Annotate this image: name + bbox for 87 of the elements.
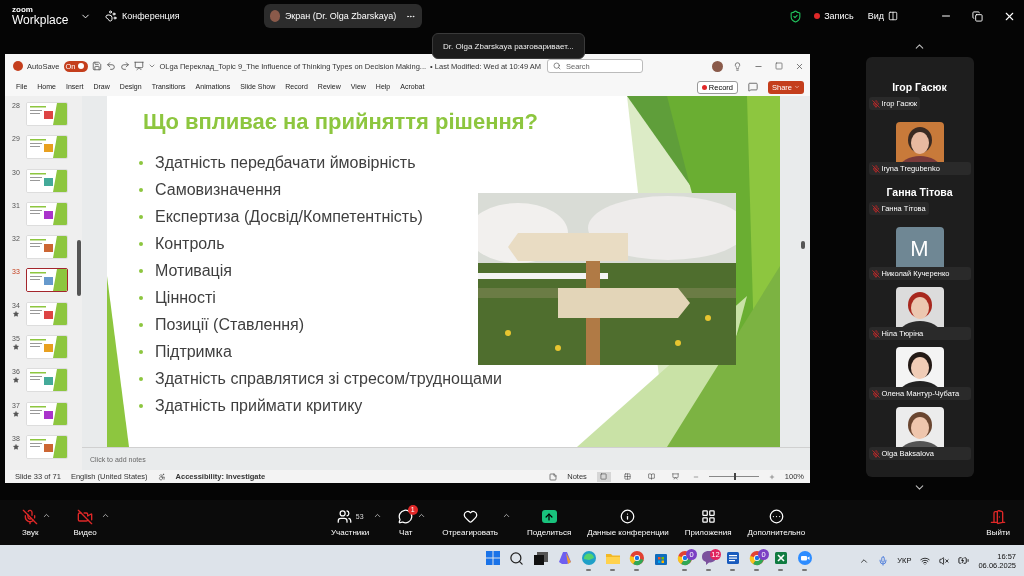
paw-icon: [105, 10, 117, 22]
bullet-text: Здатність передбачати ймовірність: [155, 153, 416, 172]
record-button[interactable]: Запись: [814, 11, 854, 21]
mic-off-icon: [22, 508, 39, 525]
volume-mute-icon[interactable]: [939, 555, 950, 566]
bullet-text: Цінності: [155, 288, 216, 307]
camera-off-icon: [77, 508, 94, 525]
screen-share-pill[interactable]: Экран (Dr. Olga Zbarskaya): [263, 4, 422, 28]
caret-icon: [794, 84, 800, 90]
presentation-icon[interactable]: [133, 61, 144, 71]
bullet-text: Підтримка: [155, 342, 232, 361]
bullet-text: Позиції (Ставлення): [155, 315, 305, 334]
view-button[interactable]: Вид: [867, 11, 898, 21]
bullet-dot: [139, 322, 143, 327]
bullet-dot: [139, 268, 143, 273]
more-button[interactable]: Дополнительно: [747, 508, 806, 537]
slider-thumb[interactable]: [733, 473, 736, 480]
document-app-icon: [724, 550, 741, 566]
comment-icon[interactable]: [748, 82, 758, 92]
heart-icon: [462, 509, 478, 524]
bullet-dot: [139, 349, 143, 354]
exit-door-icon: [990, 508, 1007, 525]
apps-icon: [700, 509, 716, 524]
search-icon: [553, 62, 561, 70]
bullet-dot: [139, 403, 143, 408]
brand-name: zoom: [12, 6, 34, 14]
redo-icon[interactable]: [119, 61, 130, 71]
copilot-icon: [556, 550, 573, 566]
bullet-text: Здатність приймати критику: [155, 396, 363, 415]
accessibility-icon: [157, 472, 166, 481]
wifi-icon[interactable]: [920, 555, 931, 566]
zoom-in-icon[interactable]: [768, 473, 775, 480]
bullet-dot: [139, 241, 143, 246]
apps-button[interactable]: Приложения: [684, 508, 732, 537]
scrollbar-thumb[interactable]: [77, 240, 81, 296]
slide-title: Що впливає на прийняття рішення?: [143, 109, 540, 135]
avatar[interactable]: [712, 60, 723, 72]
restore-icon[interactable]: [972, 10, 983, 22]
notes-icon: [549, 472, 558, 481]
participant-heading: Ганна Тітова: [885, 186, 954, 198]
bullet-text: Самовизначення: [155, 180, 282, 199]
info-button[interactable]: Данные конференции: [587, 508, 669, 537]
share-button[interactable]: Поделиться: [527, 508, 572, 537]
video-app-icon: [796, 550, 813, 566]
bullet-text: Мотивація: [155, 261, 232, 280]
bullet-text: Здатність справлятися зі стресом/труднощами: [155, 369, 502, 388]
bullet-dot: [139, 160, 143, 165]
share-label: Экран (Dr. Olga Zbarskaya): [284, 11, 397, 21]
avatar: [269, 10, 280, 22]
browser-icon: [580, 550, 597, 566]
chat-icon: [398, 509, 414, 524]
brand-name: Workplace: [12, 14, 70, 26]
scrollbar-thumb[interactable]: [801, 241, 805, 249]
caret-icon[interactable]: [147, 62, 156, 70]
bullet-dot: [139, 187, 143, 192]
start-icon: [484, 550, 501, 566]
people-icon: [336, 509, 352, 524]
slide-thumbnail[interactable]: [26, 268, 68, 293]
more-icon: [768, 509, 784, 524]
browser-icon: [628, 550, 645, 566]
lightbulb-icon[interactable]: [733, 61, 742, 71]
view-mode-button[interactable]: [596, 471, 611, 482]
battery-icon[interactable]: [958, 555, 970, 566]
speaker-tooltip: Dr. Olga Zbarskaya разговаривает...: [432, 33, 585, 59]
bullet-text: Контроль: [155, 234, 225, 253]
bullet-dot: [139, 295, 143, 300]
layout-icon: [888, 11, 898, 21]
share-screen-icon: [541, 510, 557, 523]
video-button[interactable]: Видео: [73, 508, 97, 537]
audio-button[interactable]: Звук: [22, 508, 39, 537]
shield-check-icon: [789, 9, 803, 23]
spreadsheet-app-icon: [772, 550, 789, 566]
bullet-dot: [139, 376, 143, 381]
info-icon: [620, 509, 636, 524]
task-view-icon: [532, 550, 549, 566]
participant-heading: Ігор Гасюк: [891, 81, 948, 93]
search-icon: [509, 550, 524, 566]
bullet-dot: [139, 214, 143, 219]
save-icon[interactable]: [91, 61, 102, 71]
mic-icon[interactable]: [878, 555, 889, 566]
react-button[interactable]: Отреагировать: [442, 508, 499, 537]
undo-icon[interactable]: [105, 61, 116, 71]
app-logo-icon: [13, 61, 23, 71]
leave-button[interactable]: Выйти: [986, 508, 1010, 537]
meeting-label: Конференция: [122, 11, 180, 21]
bullet-text: Експертиза (Досвід/Компетентність): [155, 207, 423, 226]
maximize-icon[interactable]: [775, 62, 783, 70]
